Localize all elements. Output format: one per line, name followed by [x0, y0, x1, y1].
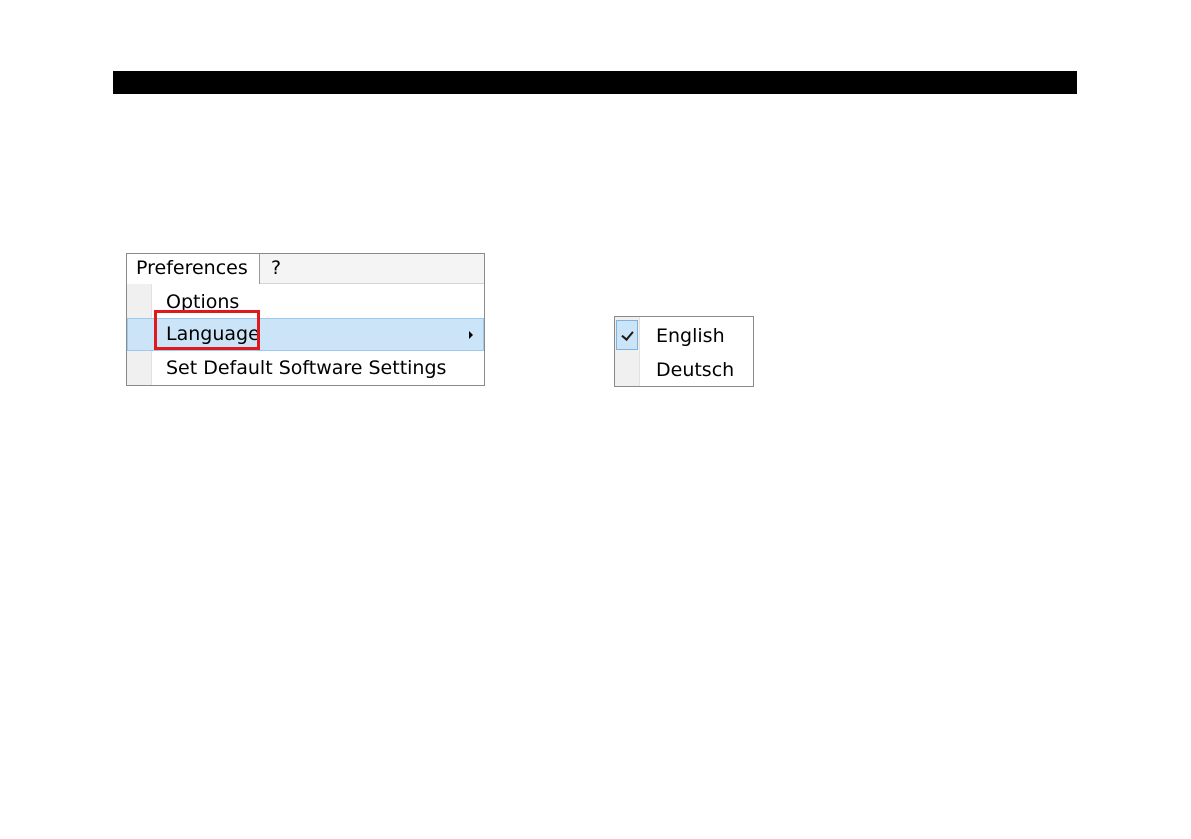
menu-help-label: ?: [271, 257, 282, 279]
header-bar: [113, 71, 1077, 94]
menu-help[interactable]: ?: [261, 254, 301, 283]
language-submenu-screenshot: English Deutsch: [614, 316, 754, 387]
checkmark-icon: [621, 328, 634, 341]
submenu-arrow-icon: [469, 331, 473, 339]
menu-preferences[interactable]: Preferences: [127, 254, 260, 284]
submenu-item-deutsch[interactable]: Deutsch: [656, 354, 734, 386]
language-highlight-box: [154, 310, 260, 350]
submenu-item-english[interactable]: English: [656, 320, 725, 352]
menu-item-set-default-settings-label: Set Default Software Settings: [166, 357, 447, 379]
menu-preferences-label: Preferences: [136, 257, 248, 279]
menu-item-set-default-settings[interactable]: Set Default Software Settings: [127, 352, 484, 384]
english-check-indicator: [616, 320, 638, 350]
preferences-menu-screenshot: Preferences ? Options Language Set Defau…: [126, 253, 485, 386]
menu-bar: Preferences ?: [127, 254, 484, 284]
